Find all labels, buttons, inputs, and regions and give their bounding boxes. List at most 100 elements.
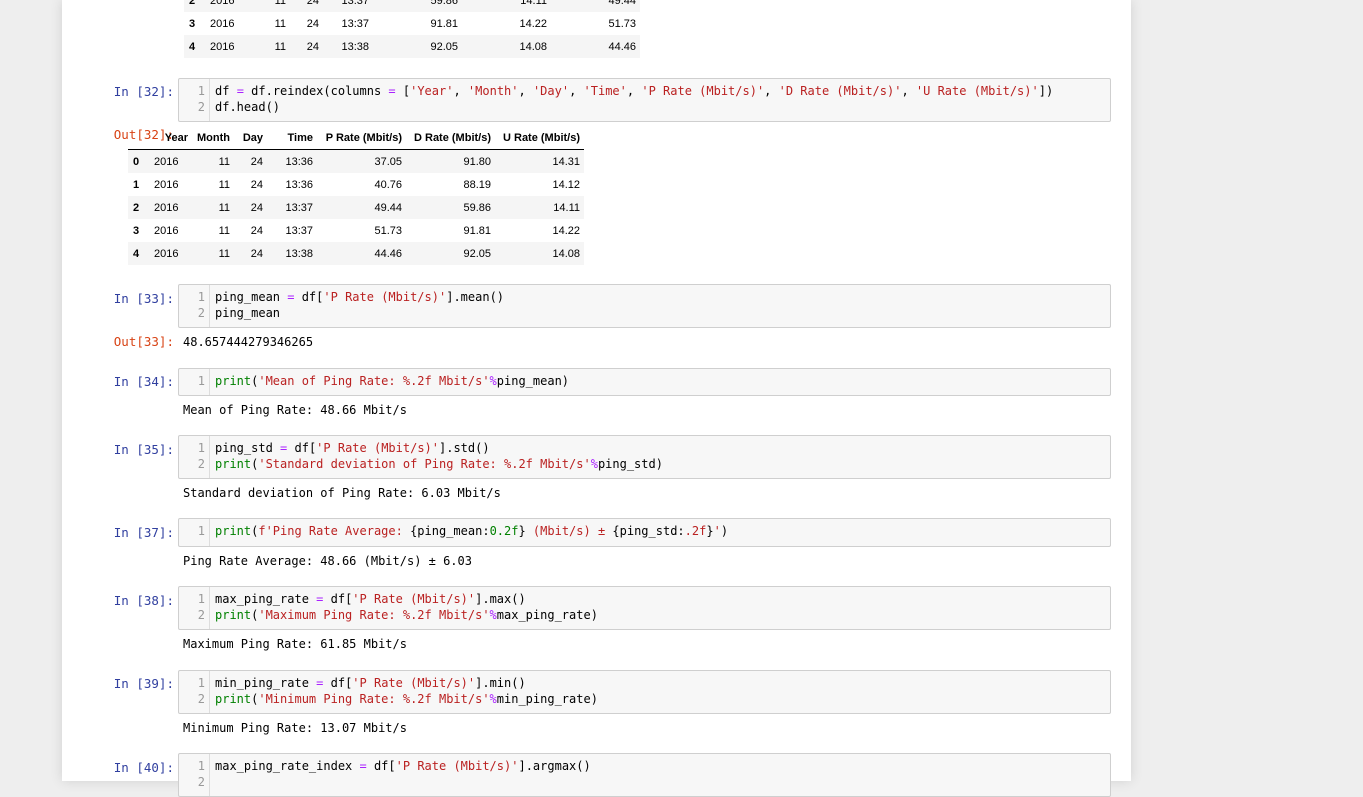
cell-year: 2016 [154,201,179,214]
row-index: 4 [133,247,140,260]
code-token: df.head() [215,100,281,114]
cell-day: 24 [250,224,263,237]
code-token: 'P Rate (Mbit/s)' [352,676,476,690]
cell-year: 2016 [154,247,179,260]
code-cell-input[interactable]: 1 ping_std = df['P Rate (Mbit/s)'].std() 2… [178,435,1111,479]
cell-u: 14.11 [553,201,580,214]
dataframe-header-row: Year Month Day Time P Rate (Mbit/s) D Ra… [128,127,584,150]
code-text[interactable]: min_ping_rate = df['P Rate (Mbit/s)'].mi… [215,675,526,691]
code-text[interactable]: print('Maximum Ping Rate: %.2f Mbit/s'%m… [215,607,598,623]
row-index: 4 [189,40,196,53]
code-line[interactable]: 2 ping_mean [179,305,1110,321]
row-index: 2 [133,201,140,214]
code-token: {ping_mean: [410,524,490,538]
code-token: ].mean() [446,290,505,304]
code-cell-input[interactable]: 1 ping_mean = df['P Rate (Mbit/s)'].mean(… [178,284,1111,328]
code-token: 'P Rate (Mbit/s)' [641,84,765,98]
cell-p: 91.81 [430,17,458,30]
code-line[interactable]: 2 print('Minimum Ping Rate: %.2f Mbit/s'%… [179,691,1110,707]
code-line[interactable]: 2 print('Maximum Ping Rate: %.2f Mbit/s'%… [179,607,1110,623]
input-prompt: In [40]: [113,760,174,775]
code-token: df [215,84,237,98]
row-index: 3 [133,224,140,237]
code-text[interactable]: max_ping_rate_index = df['P Rate (Mbit/s… [215,758,591,774]
line-number: 1 [197,441,205,455]
cell-year: 2016 [154,224,179,237]
code-token: 'Standard deviation of Ping Rate: %.2f M… [258,457,591,471]
code-token: % [489,608,497,622]
code-text[interactable]: print(f'Ping Rate Average: {ping_mean:0.… [215,523,728,539]
code-line[interactable]: 2 df.head() [179,99,1110,115]
code-line[interactable]: 1 min_ping_rate = df['P Rate (Mbit/s)'].m… [179,675,1110,691]
code-token: ].std() [439,441,490,455]
code-line[interactable]: 1 df = df.reindex(columns = ['Year', 'Mon… [179,83,1110,99]
code-text[interactable]: df = df.reindex(columns = ['Year', 'Mont… [215,83,1053,99]
code-token: df.reindex(columns [243,84,389,98]
cell-p: 92.05 [430,40,458,53]
code-cell-input[interactable]: 1 max_ping_rate_index = df['P Rate (Mbit/… [178,753,1111,797]
code-text[interactable]: print('Minimum Ping Rate: %.2f Mbit/s'%m… [215,691,598,707]
code-token: min_ping_rate [215,676,317,690]
code-line[interactable]: 1 ping_std = df['P Rate (Mbit/s)'].std() [179,440,1110,456]
code-text[interactable]: ping_mean [215,305,280,321]
code-cell-input[interactable]: 1 max_ping_rate = df['P Rate (Mbit/s)'].m… [178,586,1111,630]
code-line[interactable]: 2 [179,774,1110,790]
code-line[interactable]: 1 ping_mean = df['P Rate (Mbit/s)'].mean(… [179,289,1110,305]
code-cell-input[interactable]: 1 min_ping_rate = df['P Rate (Mbit/s)'].m… [178,670,1111,714]
code-token: ping_std) [597,457,663,471]
cell-d: 14.08 [519,40,547,53]
cell-p: 51.73 [374,224,402,237]
code-token: , [764,84,779,98]
cell-output-text: 48.657444279346265 [183,335,314,349]
cell-time: 13:36 [285,155,313,168]
input-prompt: In [33]: [113,291,174,306]
line-number: 1 [197,592,205,606]
code-text[interactable]: ping_std = df['P Rate (Mbit/s)'].std() [215,440,490,456]
code-line[interactable]: 2 print('Standard deviation of Ping Rate:… [179,456,1110,472]
column-header: U Rate (Mbit/s) [495,127,584,150]
code-token: = [359,759,367,773]
code-token: 'P Rate (Mbit/s)' [323,290,447,304]
cell-u: 14.31 [552,155,580,168]
cell-month: 11 [218,224,230,237]
cell-time: 13:38 [285,247,313,260]
dataframe-output-partial: 2 2016 11 24 13:37 59.86 14.11 49.44 3 2016 11 24 13… [184,0,640,58]
cell-day: 24 [306,0,319,7]
cell-month: 11 [274,17,286,30]
code-text[interactable]: ping_mean = df['P Rate (Mbit/s)'].mean() [215,289,504,305]
cell-time: 13:37 [285,224,313,237]
code-token: print [215,608,252,622]
code-line[interactable]: 1 print('Mean of Ping Rate: %.2f Mbit/s'%… [179,373,1110,389]
code-line[interactable]: 1 max_ping_rate_index = df['P Rate (Mbit/… [179,758,1110,774]
dataframe-row: 3 2016 11 24 13:37 91.81 14.22 51.73 [184,12,640,35]
cell-day: 24 [306,17,319,30]
cell-p: 59.86 [430,0,458,7]
code-line[interactable]: 1 print(f'Ping Rate Average: {ping_mean:0… [179,523,1110,539]
dataframe-row: 2 2016 11 24 13:37 49.44 59.86 14.11 [128,196,584,219]
code-cell-input[interactable]: 1 print(f'Ping Rate Average: {ping_mean:0… [178,518,1111,547]
code-text[interactable]: print('Mean of Ping Rate: %.2f Mbit/s'%p… [215,373,569,389]
code-token: max_ping_rate_index [215,759,360,773]
line-number: 1 [197,759,205,773]
code-token: ].argmax() [518,759,591,773]
cell-p: 49.44 [374,201,402,214]
output-prompt: Out[33]: [113,334,174,349]
line-number: 1 [197,524,205,538]
dataframe-row: 2 2016 11 24 13:37 59.86 14.11 49.44 [184,0,640,12]
cell-d: 88.19 [463,178,491,191]
cell-p: 44.46 [374,247,402,260]
cell-p: 37.05 [374,155,402,168]
column-header: Month [192,127,234,150]
code-line[interactable]: 1 max_ping_rate = df['P Rate (Mbit/s)'].m… [179,591,1110,607]
dataframe-row: 4 2016 11 24 13:38 92.05 14.08 44.46 [184,35,640,58]
code-cell-input[interactable]: 1 df = df.reindex(columns = ['Year', 'Mon… [178,78,1111,122]
code-cell-input[interactable]: 1 print('Mean of Ping Rate: %.2f Mbit/s'%… [178,368,1111,396]
cell-d: 59.86 [463,201,491,214]
code-text[interactable]: max_ping_rate = df['P Rate (Mbit/s)'].ma… [215,591,526,607]
code-token: ' [713,524,721,538]
code-text[interactable]: df.head() [215,99,280,115]
code-token: ].max() [475,592,526,606]
cell-u: 14.08 [552,247,580,260]
code-text[interactable]: print('Standard deviation of Ping Rate: … [215,456,663,472]
code-token: 'Time' [583,84,627,98]
